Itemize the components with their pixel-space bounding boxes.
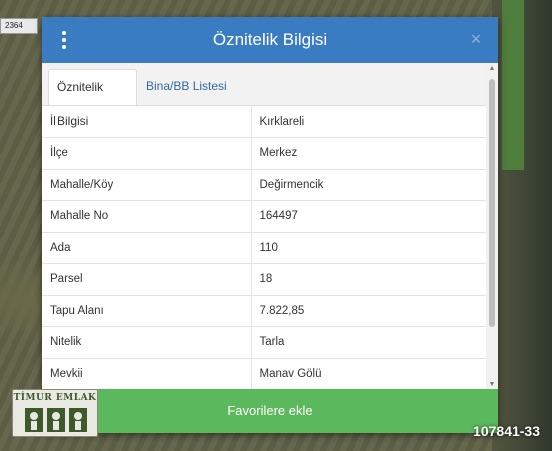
table-row: Ada 110 — [42, 232, 486, 264]
scrollbar-thumb[interactable] — [489, 79, 495, 327]
table-row: İl Kırklareli — [42, 106, 486, 138]
attribute-value: Merkez — [251, 137, 486, 170]
table-row: Mahalle/Köy Değirmencik — [42, 169, 486, 201]
attribute-key: Mahalle No — [42, 200, 252, 233]
tab-attribute-info[interactable]: Öznitelik Bilgisi — [48, 69, 137, 128]
attribute-value: 164497 — [251, 200, 486, 233]
attribute-key: Mahalle/Köy — [42, 169, 252, 201]
dialog-title: Öznitelik Bilgisi — [212, 30, 328, 49]
table-row: Parsel 18 — [42, 263, 486, 296]
attribute-value: Kırklareli — [251, 106, 486, 138]
watermark-logo: TİMUR EMLAK — [12, 389, 98, 437]
attribute-key: Tapu Alanı — [42, 295, 252, 327]
tab-building-list[interactable]: Bina/BB Listesi — [138, 69, 235, 105]
attribute-key: Ada — [42, 232, 252, 264]
table-row: Mahalle No 164497 — [42, 200, 486, 233]
attribute-dialog: Öznitelik Bilgisi × Öznitelik Bilgisi Bi… — [42, 17, 498, 433]
attribute-key: İl — [42, 106, 252, 138]
table-row: Nitelik Tarla — [42, 326, 486, 359]
chevron-up-icon[interactable]: ▲ — [486, 63, 498, 75]
attribute-key: Nitelik — [42, 326, 252, 359]
dialog-header: Öznitelik Bilgisi × — [42, 17, 498, 63]
table-row: İlçe Merkez — [42, 137, 486, 170]
attribute-key: Parsel — [42, 263, 252, 296]
table-row: Tapu Alanı 7.822,85 — [42, 295, 486, 327]
attribute-value: Tarla — [251, 326, 486, 359]
attribute-key: İlçe — [42, 137, 252, 170]
attribute-value: 18 — [251, 263, 486, 296]
attribute-value: Manav Gölü — [251, 358, 486, 390]
attribute-key: Mevkii — [42, 358, 252, 390]
add-favorites-button[interactable]: Favorilere ekle — [42, 389, 498, 433]
attribute-value: Değirmencik — [251, 169, 486, 201]
attribute-value: 7.822,85 — [251, 295, 486, 327]
logo-text: TİMUR EMLAK — [13, 393, 97, 403]
map-background-field — [502, 0, 524, 170]
map-parcel-label: 2364 — [0, 18, 38, 34]
close-icon[interactable]: × — [466, 29, 486, 49]
tab-bar: Öznitelik Bilgisi Bina/BB Listesi — [42, 63, 498, 128]
table-row: Mevkii Manav Gölü — [42, 358, 486, 390]
logo-emblem-icon — [25, 408, 87, 432]
attribute-table: İl Kırklareli İlçe Merkez Mahalle/Köy De… — [42, 105, 486, 393]
attribute-value: 110 — [251, 232, 486, 264]
listing-id-watermark: 107841-33 — [473, 423, 540, 439]
scrollbar[interactable]: ▲ ▼ — [486, 63, 498, 391]
